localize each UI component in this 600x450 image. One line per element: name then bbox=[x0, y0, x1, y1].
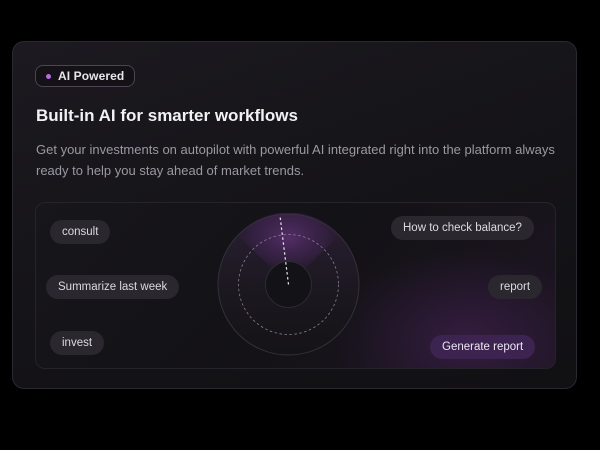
dot-icon bbox=[46, 73, 51, 79]
ai-suggestions-panel: consult Summarize last week invest How t… bbox=[35, 202, 556, 369]
chip-consult[interactable]: consult bbox=[50, 220, 111, 244]
ai-powered-badge: AI Powered bbox=[35, 65, 136, 87]
chip-report[interactable]: report bbox=[488, 275, 543, 299]
radar-icon bbox=[217, 213, 360, 356]
card-description: Get your investments on autopilot with p… bbox=[36, 142, 555, 178]
ai-feature-card: AI Powered Built-in AI for smarter workf… bbox=[12, 41, 577, 389]
chip-generate-report[interactable]: Generate report bbox=[430, 335, 536, 359]
card-title: Built-in AI for smarter workflows bbox=[36, 106, 298, 125]
chip-how-to-check-balance[interactable]: How to check balance? bbox=[391, 216, 534, 240]
badge-label: AI Powered bbox=[58, 69, 125, 83]
chip-invest[interactable]: invest bbox=[50, 331, 105, 355]
chip-summarize-last-week[interactable]: Summarize last week bbox=[46, 275, 180, 299]
